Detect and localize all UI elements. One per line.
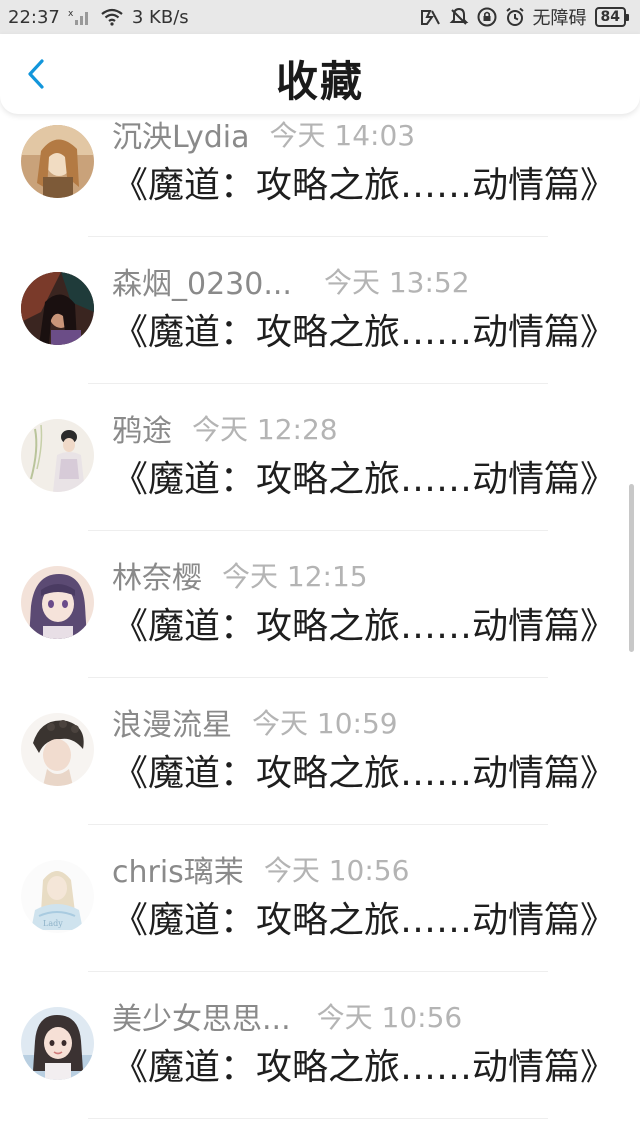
post-title[interactable]: 《魔道：攻略之旅……动情篇》 bbox=[112, 156, 616, 208]
app-notification-icon bbox=[419, 7, 441, 27]
user-name[interactable]: 林奈樱 bbox=[112, 553, 202, 597]
post-title[interactable]: 《魔道：攻略之旅……动情篇》 bbox=[112, 303, 616, 355]
divider bbox=[88, 971, 548, 972]
battery-icon: 84 bbox=[594, 7, 630, 27]
list-item[interactable]: 森烟_0230... 今天 13:52 《魔道：攻略之旅……动情篇》 bbox=[0, 257, 640, 404]
user-name[interactable]: 沉泱Lydia bbox=[112, 112, 249, 156]
meta-row: 鸦途 今天 12:28 bbox=[112, 406, 338, 450]
svg-text:x: x bbox=[68, 9, 74, 19]
timestamp: 今天 10:59 bbox=[252, 707, 398, 740]
meta-row: 林奈樱 今天 12:15 bbox=[112, 553, 368, 597]
list-item[interactable]: 美少女思思... 今天 10:56 《魔道：攻略之旅……动情篇》 bbox=[0, 992, 640, 1138]
meta-row: 美少女思思... 今天 10:56 bbox=[112, 994, 462, 1038]
meta-row: 浪漫流星 今天 10:59 bbox=[112, 700, 398, 744]
divider bbox=[88, 1118, 548, 1119]
list-item[interactable]: 林奈樱 今天 12:15 《魔道：攻略之旅……动情篇》 bbox=[0, 551, 640, 698]
divider bbox=[88, 383, 548, 384]
accessibility-status: 无障碍 bbox=[532, 8, 587, 29]
no-signal-icon: x bbox=[68, 8, 92, 26]
post-title[interactable]: 《魔道：攻略之旅……动情篇》 bbox=[112, 597, 616, 649]
meta-row: 森烟_0230... 今天 13:52 bbox=[112, 259, 470, 303]
bell-muted-icon bbox=[449, 7, 469, 27]
list-item[interactable]: 浪漫流星 今天 10:59 《魔道：攻略之旅……动情篇》 bbox=[0, 698, 640, 845]
post-title[interactable]: 《魔道：攻略之旅……动情篇》 bbox=[112, 1038, 616, 1090]
network-speed: 3 KB/s bbox=[131, 6, 189, 28]
user-name[interactable]: 森烟_0230... bbox=[112, 259, 292, 303]
scrollbar[interactable] bbox=[629, 484, 634, 652]
user-name[interactable]: 浪漫流星 bbox=[112, 700, 232, 744]
avatar[interactable] bbox=[21, 1007, 94, 1080]
avatar[interactable] bbox=[21, 566, 94, 639]
timestamp: 今天 10:56 bbox=[263, 854, 410, 887]
svg-text:Lady: Lady bbox=[43, 919, 63, 928]
meta-row: 沉泱Lydia 今天 14:03 bbox=[112, 112, 415, 156]
post-title[interactable]: 《魔道：攻略之旅……动情篇》 bbox=[112, 450, 616, 502]
timestamp: 今天 10:56 bbox=[316, 1001, 463, 1034]
favorites-list: 沉泱Lydia 今天 14:03 《魔道：攻略之旅……动情篇》 森烟_0230.… bbox=[0, 110, 640, 1138]
user-name[interactable]: chris璃茉 bbox=[112, 847, 244, 891]
vpn-lock-icon bbox=[477, 7, 497, 27]
meta-row: chris璃茉 今天 10:56 bbox=[112, 847, 409, 891]
status-bar: 22:37 x 3 KB/s 无障碍 84 bbox=[0, 0, 640, 34]
avatar[interactable] bbox=[21, 419, 94, 492]
post-title[interactable]: 《魔道：攻略之旅……动情篇》 bbox=[112, 891, 616, 943]
wifi-icon bbox=[100, 8, 124, 26]
avatar[interactable] bbox=[21, 272, 94, 345]
timestamp: 今天 12:15 bbox=[222, 560, 368, 593]
divider bbox=[88, 236, 548, 237]
post-title[interactable]: 《魔道：攻略之旅……动情篇》 bbox=[112, 744, 616, 796]
alarm-clock-icon bbox=[505, 7, 525, 27]
list-item[interactable]: 鸦途 今天 12:28 《魔道：攻略之旅……动情篇》 bbox=[0, 404, 640, 551]
timestamp: 今天 13:52 bbox=[323, 266, 470, 299]
timestamp: 今天 12:28 bbox=[192, 413, 338, 446]
avatar[interactable]: Lady bbox=[21, 860, 94, 933]
divider bbox=[88, 677, 548, 678]
list-item[interactable]: 沉泱Lydia 今天 14:03 《魔道：攻略之旅……动情篇》 bbox=[0, 110, 640, 257]
user-name[interactable]: 美少女思思... bbox=[112, 994, 291, 1038]
divider bbox=[88, 530, 548, 531]
timestamp: 今天 14:03 bbox=[269, 119, 416, 152]
page-title: 收藏 bbox=[275, 57, 364, 106]
user-name[interactable]: 鸦途 bbox=[112, 406, 172, 450]
list-item[interactable]: Lady chris璃茉 今天 10:56 《魔道：攻略之旅……动情篇》 bbox=[0, 845, 640, 992]
divider bbox=[88, 824, 548, 825]
battery-level: 84 bbox=[600, 9, 620, 25]
title-bar: 收藏 bbox=[0, 34, 640, 114]
avatar[interactable] bbox=[21, 713, 94, 786]
status-time: 22:37 bbox=[8, 6, 60, 28]
avatar[interactable] bbox=[21, 125, 94, 198]
